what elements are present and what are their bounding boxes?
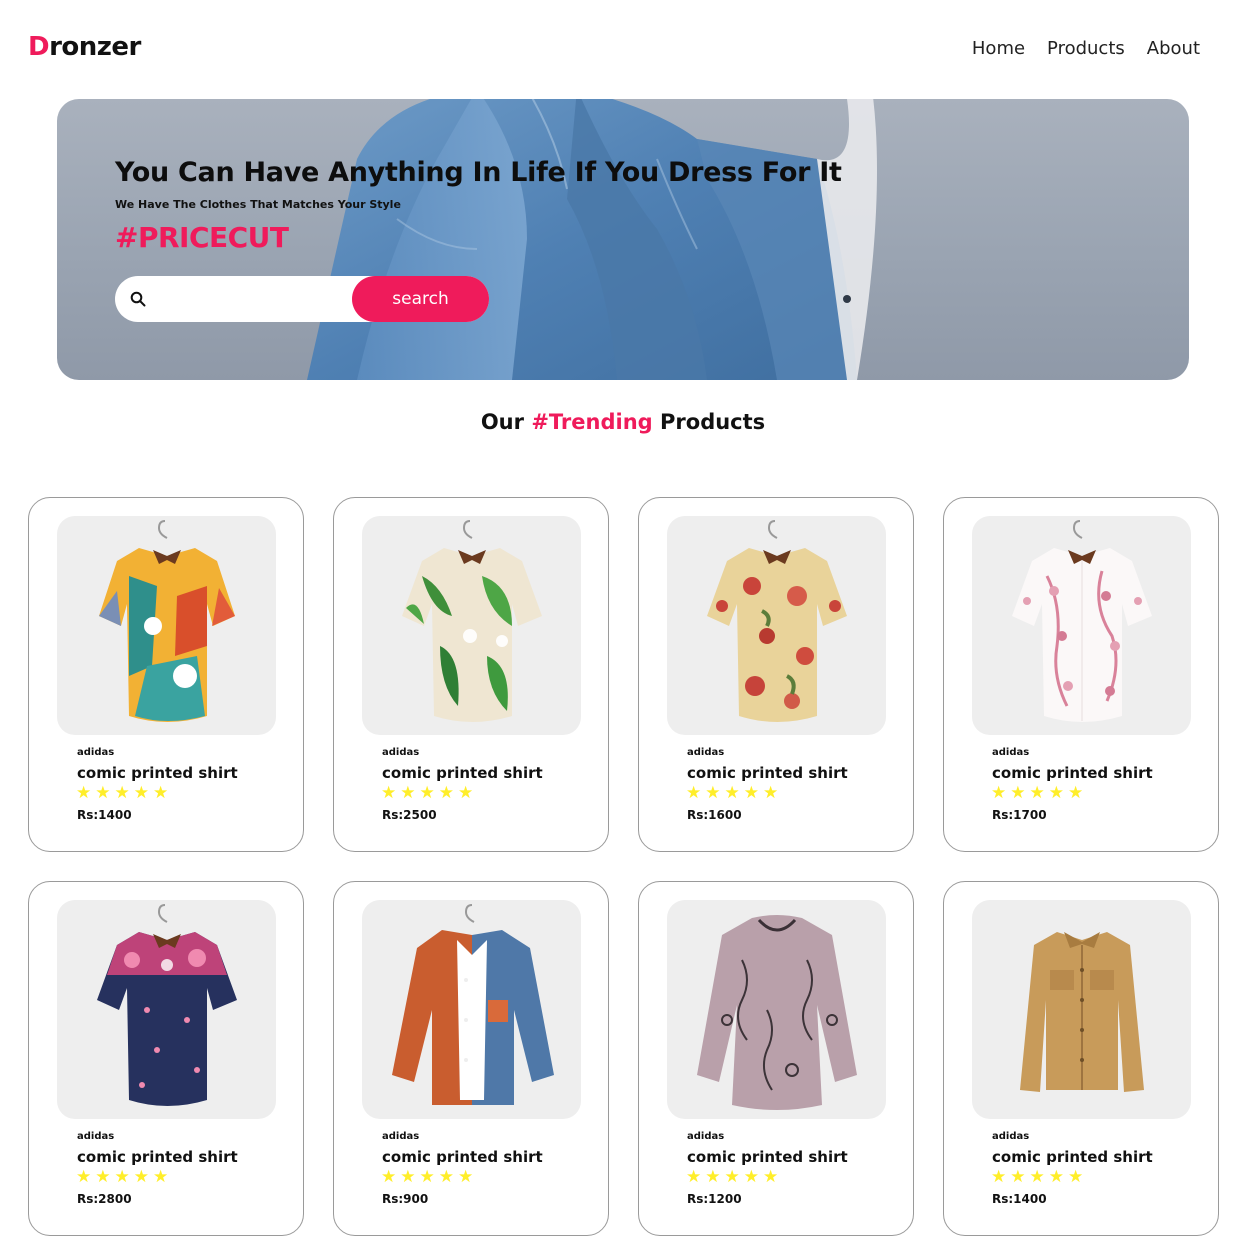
product-image — [972, 900, 1191, 1119]
product-image — [362, 516, 581, 735]
star-icon: ★ — [1068, 783, 1084, 803]
star-icon: ★ — [743, 1167, 759, 1187]
star-icon: ★ — [381, 1167, 397, 1187]
star-icon: ★ — [1029, 783, 1045, 803]
star-icon: ★ — [419, 783, 435, 803]
rating-stars: ★ ★ ★ ★ ★ — [686, 1169, 778, 1186]
star-icon: ★ — [458, 1167, 474, 1187]
product-brand: adidas — [687, 747, 725, 758]
product-image — [57, 516, 276, 735]
rating-stars: ★ ★ ★ ★ ★ — [991, 1169, 1083, 1186]
navy-floral-shirt-image — [97, 904, 237, 1106]
star-icon: ★ — [705, 1167, 721, 1187]
product-card[interactable]: adidas comic printed shirt ★ ★ ★ ★ ★ Rs:2800 — [28, 881, 304, 1236]
floral-shirt-image — [707, 520, 847, 722]
product-card[interactable]: adidas comic printed shirt ★ ★ ★ ★ ★ Rs:1400 — [943, 881, 1219, 1236]
star-icon: ★ — [95, 1167, 111, 1187]
product-name: comic printed shirt — [382, 764, 543, 782]
star-icon: ★ — [114, 783, 130, 803]
rating-stars: ★ ★ ★ ★ ★ — [381, 1169, 473, 1186]
star-icon: ★ — [153, 1167, 169, 1187]
star-icon: ★ — [763, 783, 779, 803]
star-icon: ★ — [1010, 1167, 1026, 1187]
star-icon: ★ — [400, 1167, 416, 1187]
star-icon: ★ — [381, 783, 397, 803]
product-price: Rs:2800 — [77, 1192, 132, 1206]
product-name: comic printed shirt — [992, 1148, 1153, 1166]
star-icon: ★ — [95, 783, 111, 803]
star-icon: ★ — [114, 1167, 130, 1187]
star-icon: ★ — [686, 1167, 702, 1187]
star-icon: ★ — [419, 1167, 435, 1187]
product-brand: adidas — [382, 1131, 420, 1142]
product-card[interactable]: adidas comic printed shirt ★ ★ ★ ★ ★ Rs:900 — [333, 881, 609, 1236]
product-price: Rs:1400 — [77, 808, 132, 822]
product-image — [667, 516, 886, 735]
star-icon: ★ — [724, 1167, 740, 1187]
product-price: Rs:1600 — [687, 808, 742, 822]
star-icon: ★ — [991, 783, 1007, 803]
star-icon: ★ — [1048, 783, 1064, 803]
product-price: Rs:1200 — [687, 1192, 742, 1206]
star-icon: ★ — [438, 1167, 454, 1187]
product-grid: adidas comic printed shirt ★ ★ ★ ★ ★ Rs:1400 — [0, 0, 1234, 1255]
product-brand: adidas — [77, 747, 115, 758]
star-icon: ★ — [400, 783, 416, 803]
product-name: comic printed shirt — [77, 764, 238, 782]
product-price: Rs:1700 — [992, 808, 1047, 822]
star-icon: ★ — [438, 783, 454, 803]
star-icon: ★ — [1010, 783, 1026, 803]
colorblock-shirt-image — [392, 904, 554, 1105]
product-price: Rs:1400 — [992, 1192, 1047, 1206]
tropical-leaf-shirt-image — [402, 520, 542, 722]
star-icon: ★ — [686, 783, 702, 803]
star-icon: ★ — [76, 1167, 92, 1187]
star-icon: ★ — [76, 783, 92, 803]
star-icon: ★ — [991, 1167, 1007, 1187]
star-icon: ★ — [763, 1167, 779, 1187]
star-icon: ★ — [133, 783, 149, 803]
product-name: comic printed shirt — [687, 1148, 848, 1166]
star-icon: ★ — [133, 1167, 149, 1187]
product-name: comic printed shirt — [687, 764, 848, 782]
abstract-shirt-image — [99, 520, 235, 722]
product-card[interactable]: adidas comic printed shirt ★ ★ ★ ★ ★ Rs:1600 — [638, 497, 914, 852]
product-price: Rs:2500 — [382, 808, 437, 822]
product-brand: adidas — [687, 1131, 725, 1142]
product-image — [667, 900, 886, 1119]
white-blossom-shirt-image — [1012, 520, 1152, 722]
product-price: Rs:900 — [382, 1192, 429, 1206]
star-icon: ★ — [458, 783, 474, 803]
product-card[interactable]: adidas comic printed shirt ★ ★ ★ ★ ★ Rs:1700 — [943, 497, 1219, 852]
product-brand: adidas — [382, 747, 420, 758]
rating-stars: ★ ★ ★ ★ ★ — [76, 785, 168, 802]
product-name: comic printed shirt — [992, 764, 1153, 782]
star-icon: ★ — [1029, 1167, 1045, 1187]
star-icon: ★ — [705, 783, 721, 803]
tan-overshirt-image — [1020, 932, 1144, 1092]
star-icon: ★ — [153, 783, 169, 803]
product-brand: adidas — [77, 1131, 115, 1142]
product-card[interactable]: adidas comic printed shirt ★ ★ ★ ★ ★ Rs:2500 — [333, 497, 609, 852]
rating-stars: ★ ★ ★ ★ ★ — [991, 785, 1083, 802]
product-image — [972, 516, 1191, 735]
star-icon: ★ — [724, 783, 740, 803]
product-card[interactable]: adidas comic printed shirt ★ ★ ★ ★ ★ Rs:1400 — [28, 497, 304, 852]
product-image — [57, 900, 276, 1119]
star-icon: ★ — [743, 783, 759, 803]
product-name: comic printed shirt — [77, 1148, 238, 1166]
star-icon: ★ — [1048, 1167, 1064, 1187]
rating-stars: ★ ★ ★ ★ ★ — [76, 1169, 168, 1186]
product-brand: adidas — [992, 747, 1030, 758]
mauve-print-top-image — [697, 915, 857, 1110]
rating-stars: ★ ★ ★ ★ ★ — [686, 785, 778, 802]
rating-stars: ★ ★ ★ ★ ★ — [381, 785, 473, 802]
star-icon: ★ — [1068, 1167, 1084, 1187]
product-name: comic printed shirt — [382, 1148, 543, 1166]
product-brand: adidas — [992, 1131, 1030, 1142]
product-image — [362, 900, 581, 1119]
product-card[interactable]: adidas comic printed shirt ★ ★ ★ ★ ★ Rs:1200 — [638, 881, 914, 1236]
page: Dronzer Home Products About You Can Have… — [0, 0, 1234, 1255]
